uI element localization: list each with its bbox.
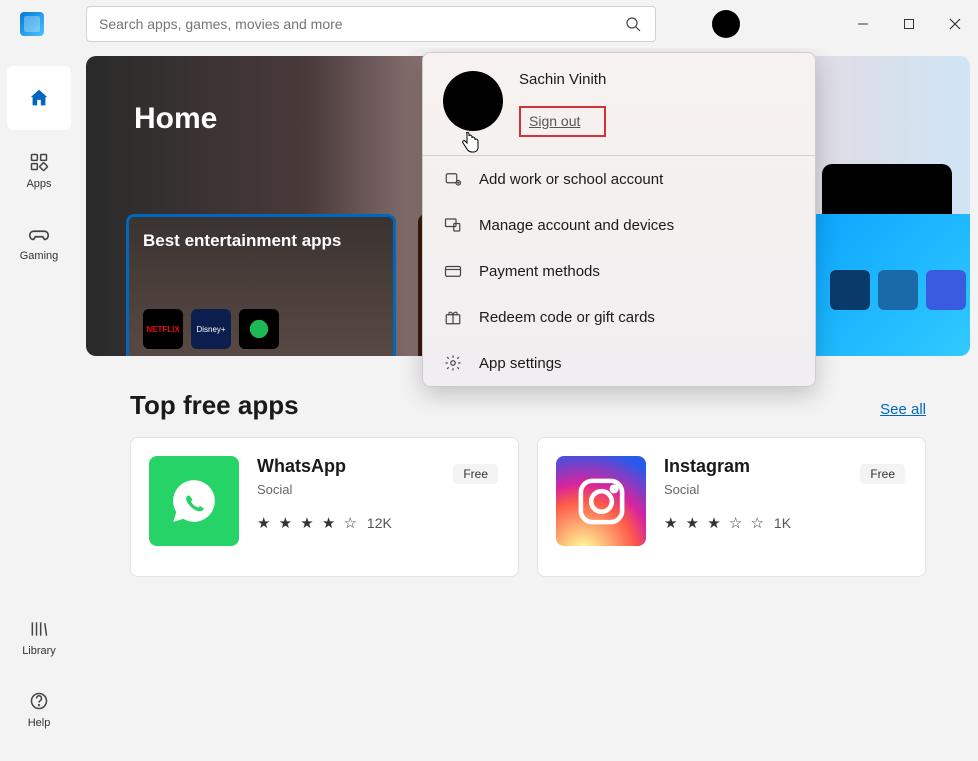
section-header: Top free apps See all — [130, 390, 926, 421]
search-box[interactable] — [86, 6, 656, 42]
nav-apps-label: Apps — [26, 178, 51, 190]
whatsapp-icon — [149, 456, 239, 546]
menu-item-label: Payment methods — [479, 263, 600, 280]
gift-icon — [443, 307, 463, 327]
search-icon[interactable] — [623, 14, 643, 34]
nav-gaming[interactable]: Gaming — [7, 210, 71, 274]
menu-item-label: Manage account and devices — [479, 217, 674, 234]
user-avatar-button[interactable] — [712, 10, 740, 38]
menu-payment[interactable]: Payment methods — [423, 248, 815, 294]
signout-link[interactable]: Sign out — [529, 113, 580, 129]
section-title: Top free apps — [130, 390, 299, 421]
nav-home[interactable] — [7, 66, 71, 130]
home-icon — [27, 86, 51, 110]
see-all-link[interactable]: See all — [880, 401, 926, 418]
price-badge: Free — [860, 464, 905, 484]
signout-highlight: Sign out — [519, 106, 606, 137]
hero-card-entertainment[interactable]: Best entertainment apps NETFLIX Disney+ — [126, 214, 396, 356]
nav-library-label: Library — [22, 645, 56, 657]
menu-item-label: Add work or school account — [479, 171, 663, 188]
app-rating: ★ ★ ★ ☆ ☆ 1K — [664, 514, 791, 532]
menu-manage-account[interactable]: Manage account and devices — [423, 202, 815, 248]
nav-help-label: Help — [28, 717, 51, 729]
help-icon — [27, 689, 51, 713]
payment-icon — [443, 261, 463, 281]
add-account-icon — [443, 169, 463, 189]
netflix-icon: NETFLIX — [143, 309, 183, 349]
nav-library[interactable]: Library — [7, 605, 71, 669]
library-icon — [27, 617, 51, 641]
menu-item-label: App settings — [479, 355, 562, 372]
disney-icon: Disney+ — [191, 309, 231, 349]
instagram-icon — [556, 456, 646, 546]
close-button[interactable] — [932, 8, 978, 40]
user-avatar-large — [443, 71, 503, 131]
page-title: Home — [134, 102, 217, 136]
nav-help[interactable]: Help — [7, 677, 71, 741]
minimize-button[interactable] — [840, 8, 886, 40]
search-input[interactable] — [99, 16, 623, 32]
app-card-whatsapp[interactable]: WhatsApp Social ★ ★ ★ ★ ☆ 12K Free — [130, 437, 519, 577]
app-name: WhatsApp — [257, 456, 392, 477]
star-rating: ★ ★ ★ ★ ☆ — [257, 514, 359, 532]
content-area: Home + Spotify Best entertainment apps N… — [78, 48, 978, 761]
user-menu-header: Sachin Vinith Sign out — [423, 53, 815, 155]
menu-item-label: Redeem code or gift cards — [479, 309, 655, 326]
nav-apps[interactable]: Apps — [7, 138, 71, 202]
apps-icon — [27, 150, 51, 174]
window-controls — [840, 8, 978, 40]
rating-count: 12K — [367, 515, 392, 531]
app-thumb-icon — [926, 270, 966, 310]
menu-add-account[interactable]: Add work or school account — [423, 156, 815, 202]
gaming-icon — [27, 222, 51, 246]
app-card-instagram[interactable]: Instagram Social ★ ★ ★ ☆ ☆ 1K Free — [537, 437, 926, 577]
store-logo-icon — [20, 12, 44, 36]
menu-settings[interactable]: App settings — [423, 340, 815, 386]
nav-gaming-label: Gaming — [20, 250, 59, 262]
devices-icon — [443, 215, 463, 235]
user-menu-list: Add work or school account Manage accoun… — [423, 155, 815, 386]
app-name: Instagram — [664, 456, 791, 477]
app-rating: ★ ★ ★ ★ ☆ 12K — [257, 514, 392, 532]
app-row: WhatsApp Social ★ ★ ★ ★ ☆ 12K Free Insta… — [86, 437, 970, 577]
user-name: Sachin Vinith — [519, 71, 606, 88]
price-badge: Free — [453, 464, 498, 484]
titlebar — [0, 0, 978, 48]
menu-redeem[interactable]: Redeem code or gift cards — [423, 294, 815, 340]
app-category: Social — [664, 482, 791, 497]
hero-card-title: Best entertainment apps — [143, 231, 379, 251]
maximize-button[interactable] — [886, 8, 932, 40]
star-rating: ★ ★ ★ ☆ ☆ — [664, 514, 766, 532]
gear-icon — [443, 353, 463, 373]
rating-count: 1K — [774, 515, 791, 531]
sidebar: Apps Gaming Library Help — [0, 48, 78, 761]
app-category: Social — [257, 482, 392, 497]
app-thumb-icon — [830, 270, 870, 310]
user-menu-dropdown: Sachin Vinith Sign out Add work or schoo… — [422, 52, 816, 387]
spotify-icon — [239, 309, 279, 349]
dolby-icon — [878, 270, 918, 310]
thumbnail-row: NETFLIX Disney+ — [143, 309, 379, 349]
